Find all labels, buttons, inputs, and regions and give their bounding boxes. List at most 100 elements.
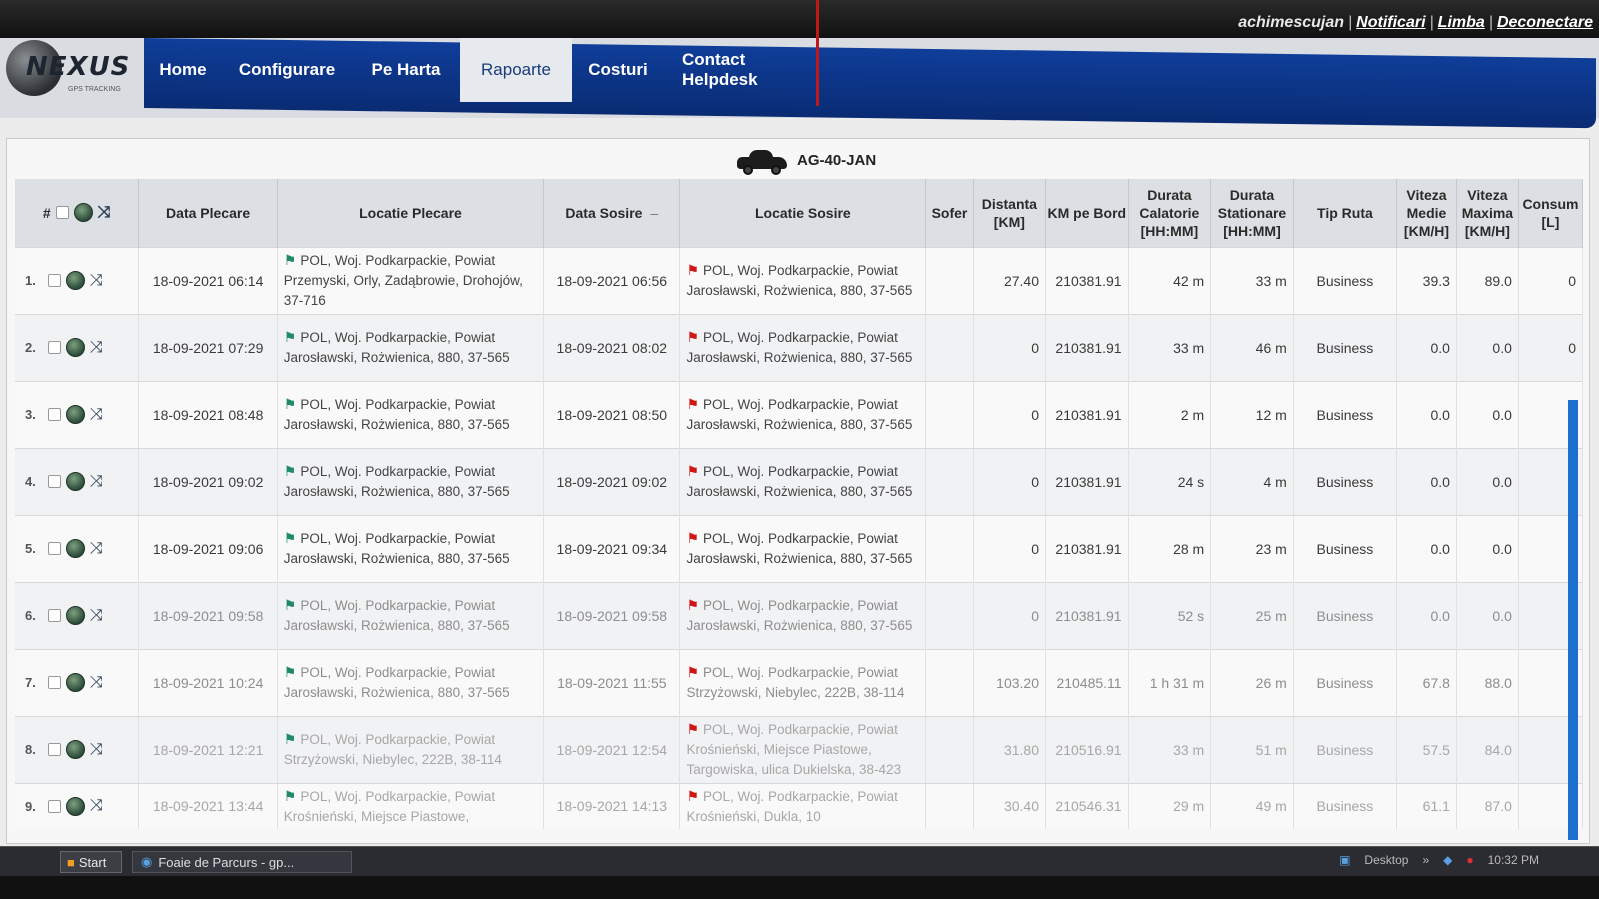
row-shuffle-icon[interactable]: ⤨ [90,674,103,691]
row-controls: 4. ⤨ [15,447,140,515]
cell-locatie-sosire-text: POL, Woj. Podkarpackie, Powiat Jarosławs… [686,397,913,432]
row-shuffle-icon[interactable]: ⤨ [90,272,103,289]
cell-durata-stationare: 25 m [1210,581,1294,649]
taskbar-window-button[interactable]: ◉ Foaie de Parcurs - gp... [132,851,352,873]
cell-tip-ruta: Business [1293,782,1398,829]
col-durata-stationare[interactable]: Durata Stationare [HH:MM] [1210,179,1294,247]
row-checkbox[interactable] [48,475,61,488]
nav-pe-harta[interactable]: Pe Harta [352,38,460,102]
cell-viteza-maxima: 0.0 [1456,581,1519,649]
table-row[interactable]: 8. ⤨ 18-09-2021 12:21 ⚑ POL, Woj. Podkarp… [15,715,1584,783]
cell-sofer [925,380,974,448]
cell-data-plecare: 18-09-2021 12:21 [138,715,278,783]
table-row[interactable]: 2. ⤨ 18-09-2021 07:29 ⚑ POL, Woj. Podkarp… [15,313,1584,381]
row-globe-icon[interactable] [66,740,85,759]
start-flag-icon: ⚑ [283,731,297,747]
col-viteza-maxima[interactable]: Viteza Maxima [KM/H] [1456,179,1519,247]
col-tip-ruta[interactable]: Tip Ruta [1293,179,1398,247]
scrollbar[interactable] [1568,400,1578,840]
table-row[interactable]: 9. ⤨ 18-09-2021 13:44 ⚑ POL, Woj. Podkarp… [15,782,1584,829]
nav-costuri[interactable]: Costuri [572,38,664,102]
screen: achimescujan | Notificari | Limba | Deconectar… [0,0,1599,899]
row-shuffle-icon[interactable]: ⤨ [90,339,103,356]
row-shuffle-icon[interactable]: ⤨ [90,406,103,423]
cell-km-bord: 210381.91 [1045,313,1129,381]
row-shuffle-icon[interactable]: ⤨ [90,741,103,758]
row-checkbox[interactable] [48,408,61,421]
logout-link[interactable]: Deconectare [1497,14,1593,31]
row-checkbox[interactable] [48,799,61,813]
col-locatie-plecare[interactable]: Locatie Plecare [277,179,545,247]
col-km-bord[interactable]: KM pe Bord [1045,179,1129,247]
row-checkbox[interactable] [48,676,61,689]
cell-distanta: 31.80 [973,715,1047,783]
row-globe-icon[interactable] [66,673,85,692]
nav-contact-helpdesk[interactable]: Contact Helpdesk [664,38,820,102]
row-globe-icon[interactable] [66,539,85,558]
table-row[interactable]: 5. ⤨ 18-09-2021 09:06 ⚑ POL, Woj. Podkarp… [15,514,1584,582]
row-globe-icon[interactable] [66,405,85,424]
row-checkbox[interactable] [48,743,61,756]
network-icon[interactable]: ◆ [1443,853,1452,867]
logo[interactable]: NEXUS GPS TRACKING [4,38,142,104]
row-checkbox[interactable] [48,609,61,622]
row-controls: 8. ⤨ [15,715,140,783]
col-distanta[interactable]: Distanta [KM] [973,179,1047,247]
row-globe-icon[interactable] [66,472,85,491]
col-data-sosire[interactable]: Data Sosire – [543,179,681,247]
cell-sofer [925,313,974,381]
clock[interactable]: 10:32 PM [1488,853,1539,867]
notifications-link[interactable]: Notificari [1356,14,1425,31]
cell-locatie-plecare-text: POL, Woj. Podkarpackie, Powiat Jarosławs… [283,330,510,365]
shuffle-icon[interactable]: ⤨ [98,204,111,221]
cell-locatie-sosire-text: POL, Woj. Podkarpackie, Powiat Jarosławs… [686,330,913,365]
start-button[interactable]: ■ Start [60,851,122,873]
cell-locatie-plecare-text: POL, Woj. Podkarpackie, Powiat Jarosławs… [283,397,510,432]
row-shuffle-icon[interactable]: ⤨ [90,540,103,557]
row-checkbox[interactable] [48,341,61,354]
col-consum[interactable]: Consum [L] [1518,179,1584,247]
desktop-icon[interactable]: ▣ [1339,853,1350,867]
row-globe-icon[interactable] [66,271,85,290]
table-row[interactable]: 6. ⤨ 18-09-2021 09:58 ⚑ POL, Woj. Podkarp… [15,581,1584,649]
row-shuffle-icon[interactable]: ⤨ [90,798,103,814]
cell-data-plecare: 18-09-2021 09:02 [138,447,278,515]
table-row[interactable]: 3. ⤨ 18-09-2021 08:48 ⚑ POL, Woj. Podkarp… [15,380,1584,448]
row-globe-icon[interactable] [66,338,85,357]
table-row[interactable]: 7. ⤨ 18-09-2021 10:24 ⚑ POL, Woj. Podkarp… [15,648,1584,716]
select-all-checkbox[interactable] [55,206,69,220]
col-data-plecare[interactable]: Data Plecare [138,179,278,247]
col-sofer[interactable]: Sofer [925,179,974,247]
start-flag-icon: ⚑ [283,396,297,412]
cell-viteza-medie: 67.8 [1396,648,1457,716]
col-locatie-sosire[interactable]: Locatie Sosire [679,179,927,247]
nav-rapoarte[interactable]: Rapoarte [460,38,572,102]
col-durata-calatorie[interactable]: Durata Calatorie [HH:MM] [1128,179,1212,247]
cell-locatie-sosire: ⚑ POL, Woj. Podkarpackie, Powiat Jarosław… [679,246,927,314]
row-checkbox[interactable] [48,542,61,555]
cell-durata-calatorie: 24 s [1128,447,1212,515]
table-row[interactable]: 1. ⤨ 18-09-2021 06:14 ⚑ POL, Woj. Podkarp… [15,246,1584,314]
nav-home[interactable]: Home [144,38,222,102]
table-row[interactable]: 4. ⤨ 18-09-2021 09:02 ⚑ POL, Woj. Podkarp… [15,447,1584,515]
row-globe-icon[interactable] [66,796,85,816]
cell-km-bord: 210381.91 [1045,514,1129,582]
system-tray: ▣ Desktop » ◆ ● 10:32 PM [1339,853,1539,867]
language-link[interactable]: Limba [1438,14,1485,31]
cell-distanta: 0 [973,581,1047,649]
row-globe-icon[interactable] [66,606,85,625]
col-viteza-medie[interactable]: Viteza Medie [KM/H] [1396,179,1457,247]
end-flag-icon: ⚑ [686,463,700,479]
security-icon[interactable]: ● [1466,853,1473,867]
row-checkbox[interactable] [48,274,61,287]
cell-sofer [925,782,974,829]
tray-expand-icon[interactable]: » [1422,853,1429,867]
row-shuffle-icon[interactable]: ⤨ [90,473,103,490]
desktop-label[interactable]: Desktop [1364,853,1408,867]
cell-tip-ruta: Business [1293,447,1398,515]
cell-viteza-medie: 0.0 [1396,447,1457,515]
nav-configurare[interactable]: Configurare [222,38,352,102]
globe-icon[interactable] [73,203,93,223]
cell-viteza-medie: 61.1 [1396,782,1457,829]
row-shuffle-icon[interactable]: ⤨ [90,607,103,624]
